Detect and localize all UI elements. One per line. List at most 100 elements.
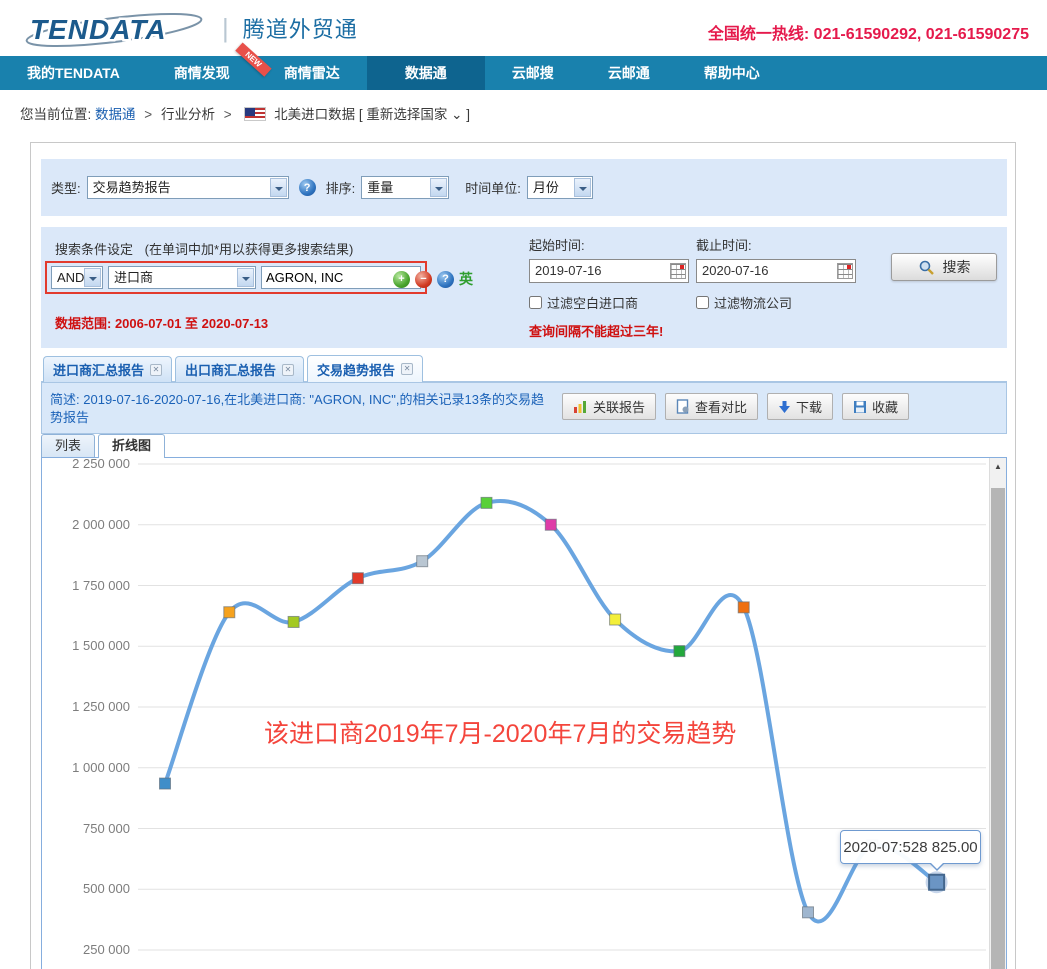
top-header: TENDATA | 腾道外贸通 全国统一热线: 021-61590292, 02… [0,0,1047,56]
operator-value: AND [57,270,84,285]
y-axis-tick: 1 750 000 [42,578,130,593]
scroll-up-arrow-icon[interactable]: ▲ [990,458,1006,475]
filter-blank-checkbox[interactable] [529,296,542,309]
search-condition-title: 搜索条件设定 (在单词中加*用以获得更多搜索结果) [55,239,353,258]
end-date-group: 截止时间: 2020-07-16 [696,235,856,283]
y-axis-tick: 250 000 [42,942,130,957]
button-label: 查看对比 [695,397,747,416]
breadcrumb-page-name: 北美进口数据 [274,107,355,122]
tab-label: 出口商汇总报告 [185,360,276,379]
calendar-icon[interactable] [670,263,686,279]
filter-logistics-checkbox[interactable] [696,296,709,309]
close-icon[interactable]: ✕ [150,364,162,376]
compare-document-icon [676,399,690,414]
time-unit-value: 月份 [533,180,559,195]
report-summary-text: 简述: 2019-07-16-2020-07-16,在北美进口商: "AGRON… [50,391,555,427]
view-compare-button[interactable]: 查看对比 [665,393,758,420]
nav-item-help-center[interactable]: 帮助中心 [677,56,787,90]
logo-text: TENDATA [30,14,167,45]
us-flag-icon [244,107,266,121]
brand-name: 腾道外贸通 [243,12,358,44]
help-icon[interactable]: ? [299,179,316,196]
logo[interactable]: TENDATA | 腾道外贸通 [22,6,358,50]
favorite-button[interactable]: 收藏 [842,393,909,420]
y-axis-tick: 2 000 000 [42,517,130,532]
nav-item-radar[interactable]: 商情雷达 [257,56,367,90]
calendar-icon[interactable] [837,263,853,279]
summary-label: 简述: [50,392,80,407]
nav-item-cloud-mail-search[interactable]: 云邮搜 [485,56,581,90]
tab-trade-trend[interactable]: 交易趋势报告 ✕ [307,355,423,382]
magnifier-icon [918,259,935,276]
report-type-select[interactable]: 交易趋势报告 [87,176,289,199]
nav-item-datatong[interactable]: 数据通 [367,56,485,90]
end-date-input[interactable]: 2020-07-16 [696,259,856,283]
start-date-label: 起始时间: [529,235,689,254]
search-button-label: 搜索 [943,257,971,277]
time-unit-select[interactable]: 月份 [527,176,593,199]
sort-label: 排序: [326,178,356,197]
close-icon[interactable]: ✕ [401,363,413,375]
related-report-chart-icon [573,400,588,414]
field-select[interactable]: 进口商 [108,266,256,289]
breadcrumb-separator: > [224,107,232,122]
search-hint: (在单词中加*用以获得更多搜索结果) [145,242,354,257]
tab-exporter-summary[interactable]: 出口商汇总报告 ✕ [175,356,304,382]
language-toggle-button[interactable]: 英 [459,269,473,289]
tab-list-view[interactable]: 列表 [41,434,95,457]
end-date-label: 截止时间: [696,235,856,254]
y-axis-tick: 750 000 [42,821,130,836]
help-icon[interactable]: ? [437,271,454,288]
breadcrumb-link-industry[interactable]: 行业分析 [161,107,215,122]
close-icon[interactable]: ✕ [282,364,294,376]
reselect-country-button[interactable]: [ 重新选择国家 ⌄ ] [359,107,470,122]
search-title: 搜索条件设定 [55,242,133,257]
query-interval-warning: 查询间隔不能超过三年! [529,321,663,340]
summary-buttons: 关联报告 查看对比 下载 [562,393,909,420]
sort-select[interactable]: 重量 [361,176,449,199]
search-condition-row: AND 进口商 [45,261,427,294]
report-summary-bar: 简述: 2019-07-16-2020-07-16,在北美进口商: "AGRON… [41,382,1007,434]
sort-value: 重量 [367,180,393,195]
remove-condition-icon[interactable]: − [415,271,432,288]
y-axis-tick: 2 250 000 [42,456,130,471]
nav-item-cloud-mail[interactable]: 云邮通 [581,56,677,90]
button-label: 下载 [796,397,822,416]
nav-item-my-tendata[interactable]: 我的TENDATA [0,56,147,90]
hotline-text: 全国统一热线: 021-61590292, 021-61590275 [708,20,1029,44]
report-type-value: 交易趋势报告 [93,180,171,195]
save-floppy-icon [853,400,867,414]
condition-action-icons: + − ? 英 [393,269,473,289]
chevron-down-icon[interactable] [270,178,287,197]
chevron-down-icon[interactable] [430,178,447,197]
chevron-down-icon[interactable] [84,268,101,287]
nav-item-discovery[interactable]: 商情发现 NEW [147,56,257,90]
chevron-down-icon[interactable] [237,268,254,287]
y-axis-tick: 500 000 [42,881,130,896]
filter-blank-importer: 过滤空白进口商 [529,293,638,312]
tab-label: 进口商汇总报告 [53,360,144,379]
tab-importer-summary[interactable]: 进口商汇总报告 ✕ [43,356,172,382]
operator-select[interactable]: AND [51,266,103,289]
y-axis-tick: 1 250 000 [42,699,130,714]
type-label: 类型: [51,178,81,197]
logo-divider: | [222,13,229,44]
data-point-tooltip: 2020-07:528 825.00 [840,830,981,864]
y-axis-tick: 1 000 000 [42,760,130,775]
search-button[interactable]: 搜索 [891,253,997,281]
download-button[interactable]: 下载 [767,393,833,420]
start-date-value: 2019-07-16 [535,263,602,278]
tendata-logo-icon: TENDATA [22,6,212,50]
field-value: 进口商 [114,270,153,285]
report-tab-strip: 进口商汇总报告 ✕ 出口商汇总报告 ✕ 交易趋势报告 ✕ [41,355,1007,382]
tab-line-chart-view[interactable]: 折线图 [98,434,165,458]
related-report-button[interactable]: 关联报告 [562,393,656,420]
chevron-down-icon[interactable] [574,178,591,197]
scrollbar-thumb[interactable] [991,488,1005,969]
breadcrumb: 您当前位置: 数据通 > 行业分析 > 北美进口数据 [ 重新选择国家 ⌄ ] [0,90,1047,128]
add-condition-icon[interactable]: + [393,271,410,288]
chart-scrollbar[interactable]: ▲ [989,458,1006,969]
nav-item-label: 商情发现 [174,65,230,81]
start-date-input[interactable]: 2019-07-16 [529,259,689,283]
breadcrumb-link-datatong[interactable]: 数据通 [95,107,136,122]
